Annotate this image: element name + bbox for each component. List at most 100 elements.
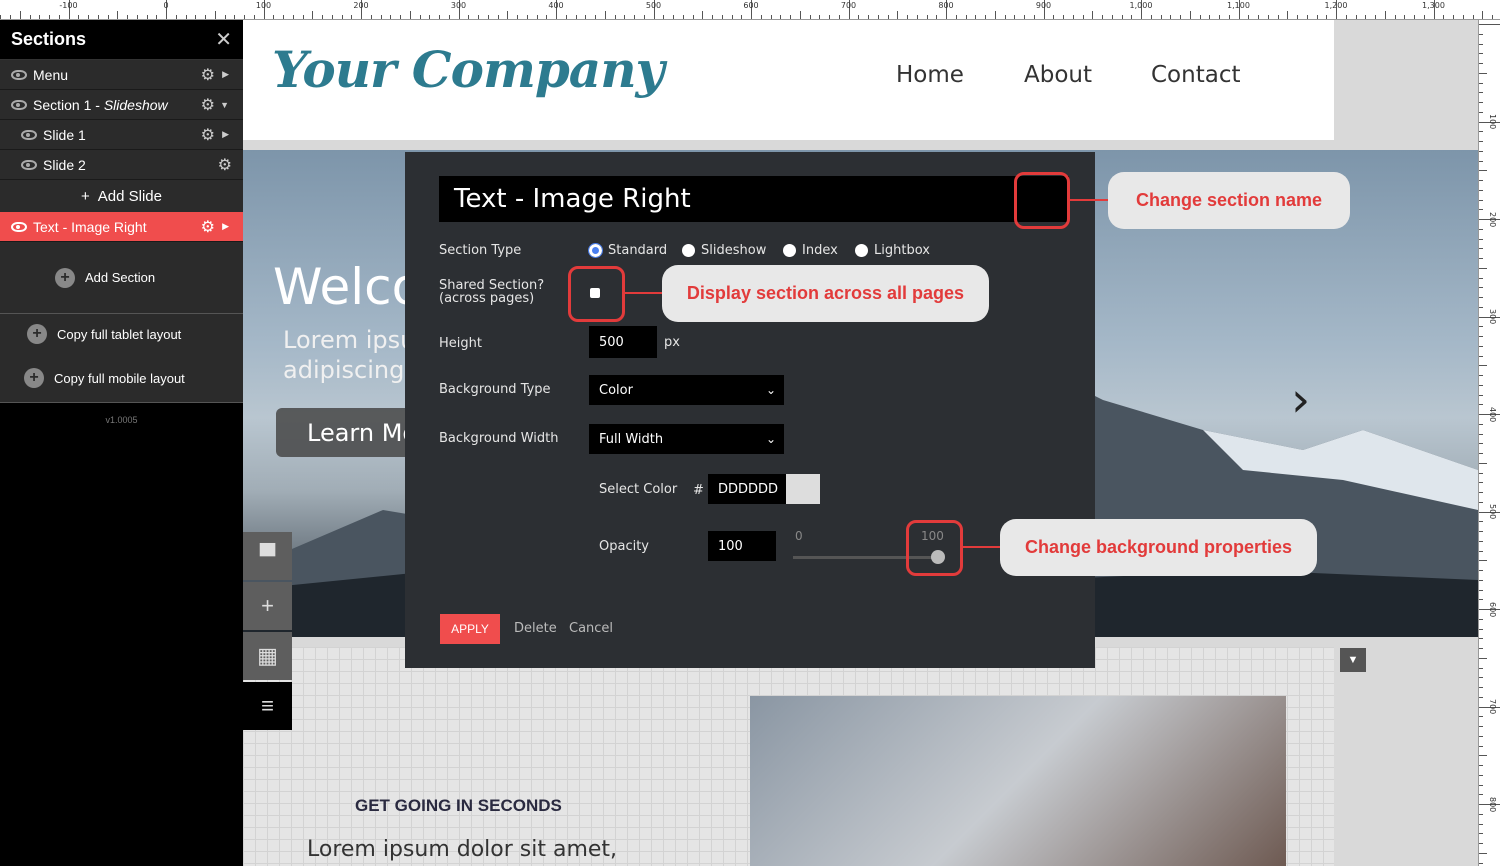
ruler-tick — [1479, 735, 1483, 737]
color-swatch[interactable] — [786, 474, 820, 504]
radio-standard-label: Standard — [608, 243, 668, 258]
ruler-tick — [1479, 560, 1487, 562]
eye-icon[interactable] — [11, 99, 27, 110]
background-type-select[interactable]: Color ⌄ — [589, 375, 784, 405]
ruler-tick — [1219, 15, 1220, 19]
ruler-label: 1,100 — [1227, 1, 1250, 10]
gear-icon[interactable]: ⚙ — [201, 95, 215, 115]
chevron-down-icon: ⌄ — [765, 432, 776, 446]
sidebar-item-slide-2[interactable]: Slide 2 ⚙ — [0, 150, 243, 180]
next-slide-arrow-icon[interactable]: › — [1291, 372, 1310, 428]
site-logo[interactable]: Your Company — [272, 40, 665, 99]
ruler-tick — [829, 15, 830, 19]
ruler-tick — [1479, 63, 1483, 64]
radio-slideshow[interactable] — [682, 244, 695, 257]
grid-icon[interactable]: ▦ — [243, 632, 292, 680]
nav-contact[interactable]: Contact — [1151, 62, 1240, 88]
sidebar-item-menu[interactable]: Menu ⚙ ▶ — [0, 60, 243, 90]
shared-section-subtitle: (across pages) — [439, 291, 535, 306]
select-color-label: Select Color — [599, 482, 678, 497]
opacity-input[interactable]: 100 — [708, 531, 776, 561]
ruler-label: 1,000 — [1129, 1, 1153, 10]
caret-right-icon[interactable]: ▶ — [222, 69, 229, 80]
color-hex-input[interactable]: DDDDDD — [708, 474, 786, 504]
radio-standard[interactable] — [588, 243, 603, 258]
eye-icon[interactable] — [11, 69, 27, 80]
add-icon[interactable]: + — [243, 582, 292, 630]
ruler-tick — [1479, 570, 1483, 571]
hash-symbol: # — [693, 483, 704, 498]
sidebar-item-slide-1[interactable]: Slide 1 ⚙ ▶ — [0, 120, 243, 150]
ruler-tick — [955, 15, 957, 19]
radio-lightbox[interactable] — [855, 244, 868, 257]
copy-tablet-layout-button[interactable]: + Copy full tablet layout — [0, 314, 243, 354]
ruler-tick — [1479, 462, 1487, 464]
caret-right-icon[interactable]: ▶ — [222, 221, 229, 232]
section-heading: GET GOING IN SECONDS — [355, 796, 562, 815]
ruler-tick — [1479, 472, 1483, 474]
cancel-button[interactable]: Cancel — [569, 621, 613, 636]
gear-icon[interactable]: ⚙ — [201, 217, 215, 237]
ruler-tick — [1479, 394, 1483, 396]
chevron-down-icon[interactable]: ▼ — [1340, 648, 1366, 672]
gear-icon[interactable]: ⚙ — [218, 155, 232, 175]
ruler-tick — [0, 15, 2, 19]
ruler-tick — [1479, 189, 1483, 191]
ruler-tick — [1248, 15, 1250, 19]
nav-home[interactable]: Home — [896, 62, 964, 88]
ruler-tick — [370, 15, 372, 19]
ruler-tick — [1479, 648, 1483, 649]
ruler-tick — [39, 15, 41, 19]
ruler-tick — [975, 15, 977, 19]
plus-circle-icon: + — [27, 324, 47, 344]
ruler-tick — [1479, 482, 1483, 484]
ruler-tick — [760, 15, 762, 19]
ruler-tick — [907, 15, 908, 19]
caret-right-icon[interactable]: ▶ — [222, 129, 229, 140]
ruler-tick — [1345, 15, 1347, 19]
radio-index[interactable] — [783, 244, 796, 257]
sidebar-item-section-1[interactable]: Section 1 - Slideshow ⚙ ▼ — [0, 90, 243, 120]
eye-icon[interactable] — [11, 221, 27, 232]
chevron-down-icon: ⌄ — [765, 383, 776, 397]
ruler-tick — [1479, 248, 1483, 250]
apply-button[interactable]: APPLY — [440, 614, 500, 644]
ruler-tick — [1479, 794, 1483, 796]
ruler-label: 100 — [1488, 114, 1497, 130]
ruler-tick — [1479, 521, 1483, 523]
ruler-label: 300 — [1488, 309, 1497, 325]
menu-icon[interactable]: ≡ — [243, 682, 292, 730]
sidebar-item-label: Slide 2 — [43, 156, 86, 173]
add-slide-button[interactable]: + Add Slide — [0, 180, 243, 212]
ruler-tick — [1479, 618, 1483, 620]
background-callout: Change background properties — [1000, 519, 1317, 576]
ruler-tick — [916, 15, 918, 19]
ruler-tick — [439, 15, 440, 19]
layout-icon[interactable]: ▀ — [243, 532, 292, 580]
ruler-tick — [1404, 15, 1406, 19]
eye-icon[interactable] — [21, 159, 37, 170]
eye-icon[interactable] — [21, 129, 37, 140]
ruler-tick — [1131, 15, 1133, 19]
gear-icon[interactable]: ⚙ — [201, 125, 215, 145]
ruler-tick — [1306, 15, 1308, 19]
close-icon[interactable]: ✕ — [215, 27, 232, 52]
gear-icon[interactable]: ⚙ — [201, 65, 215, 85]
nav-about[interactable]: About — [1024, 62, 1092, 88]
sidebar-item-text-image-right[interactable]: Text - Image Right ⚙ ▶ — [0, 212, 243, 242]
delete-button[interactable]: Delete — [514, 621, 557, 636]
ruler-tick — [643, 15, 645, 19]
shared-section-label: Shared Section? (across pages) — [439, 279, 544, 305]
add-section-button[interactable]: + Add Section — [0, 242, 243, 314]
ruler-label: 900 — [1035, 1, 1052, 10]
ruler-tick — [965, 15, 967, 19]
ruler-tick — [741, 15, 743, 19]
section-name-input[interactable]: Text - Image Right — [439, 176, 1069, 222]
ruler-label: 600 — [743, 1, 759, 10]
ruler-tick — [49, 15, 50, 19]
height-input[interactable]: 500 — [589, 326, 657, 358]
copy-mobile-layout-button[interactable]: + Copy full mobile layout — [0, 354, 243, 403]
slider-min-label: 0 — [795, 529, 803, 543]
caret-down-icon[interactable]: ▼ — [220, 100, 229, 110]
background-width-select[interactable]: Full Width ⌄ — [589, 424, 784, 454]
